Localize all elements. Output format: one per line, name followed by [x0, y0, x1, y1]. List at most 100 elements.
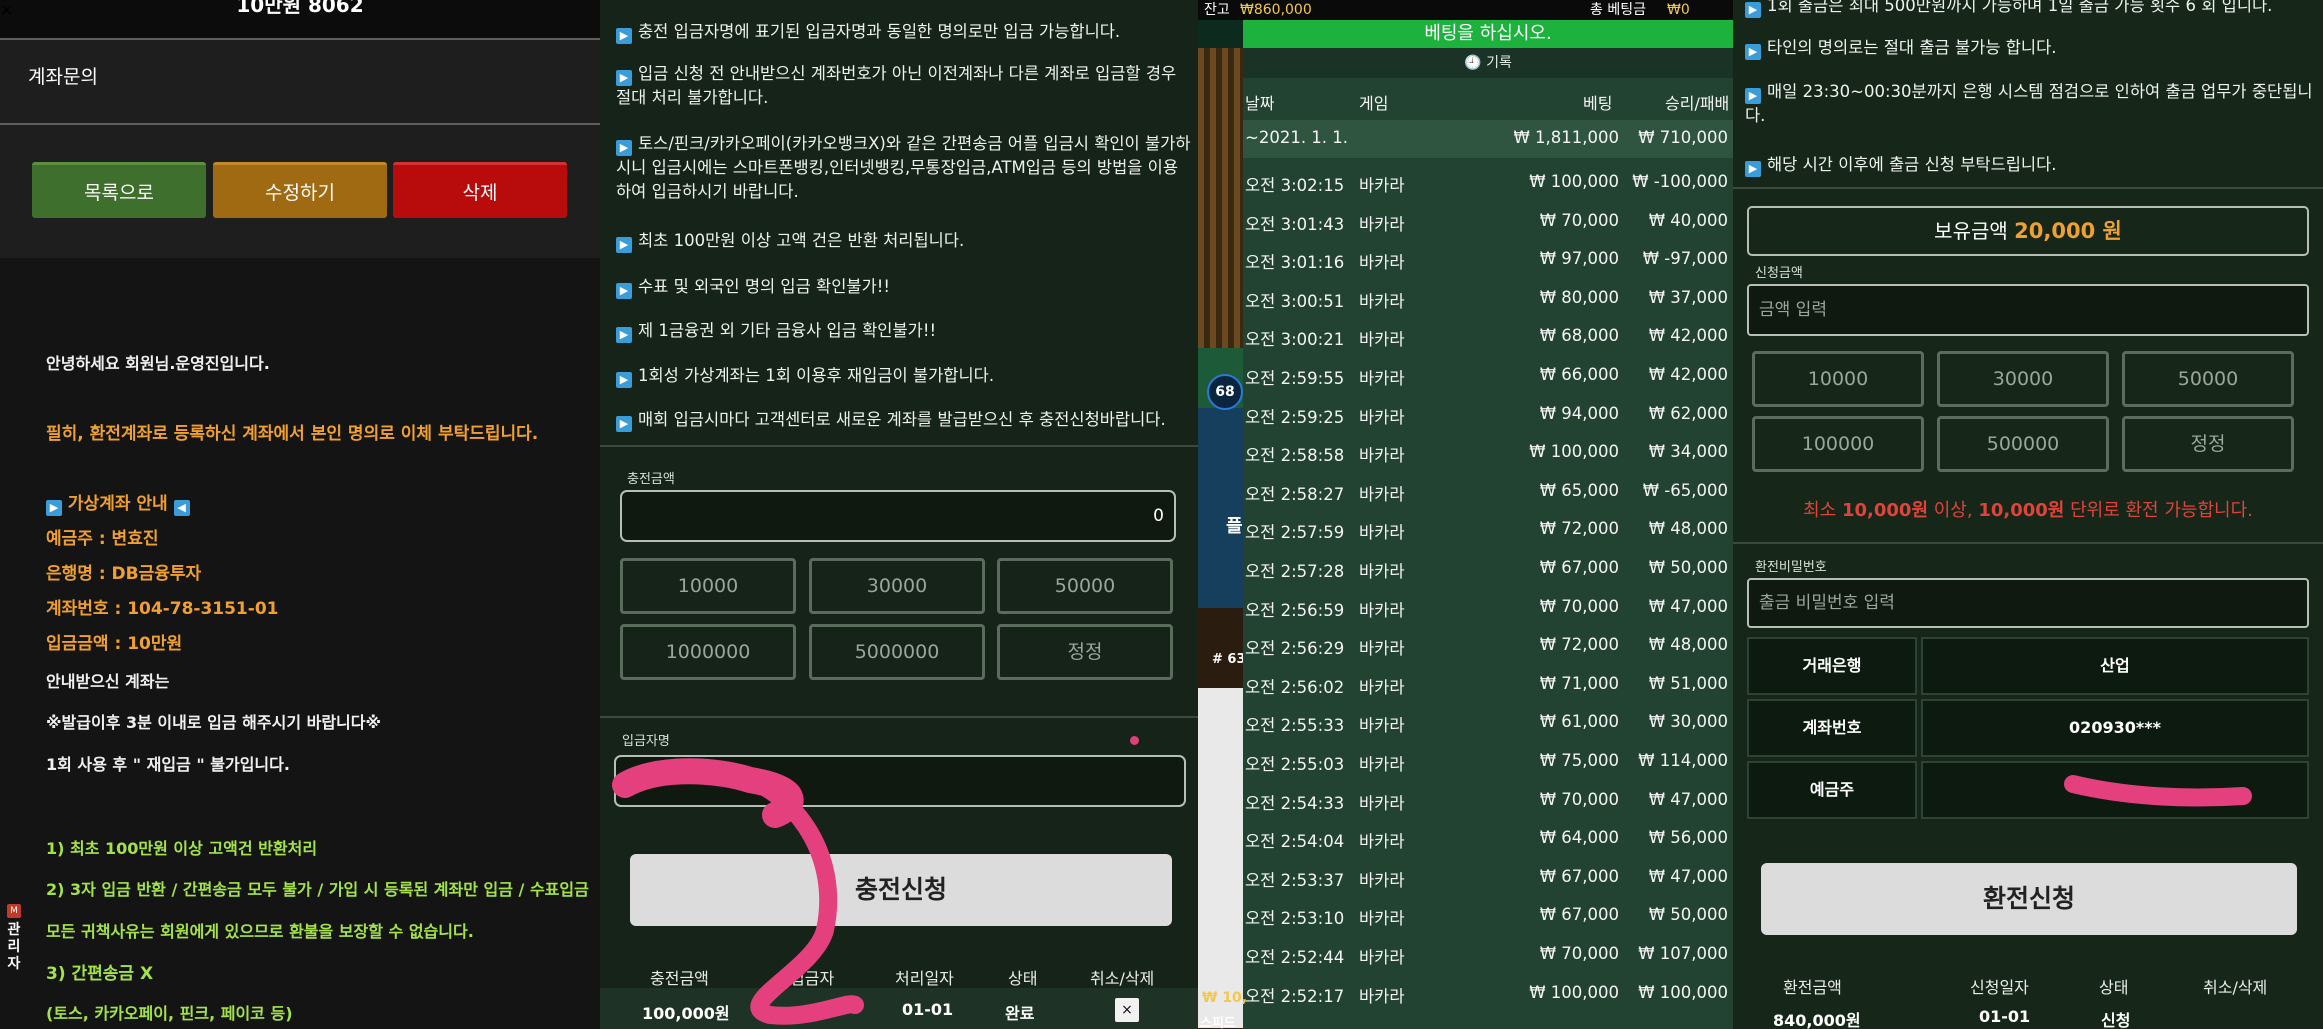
amount-button-10000[interactable]: 10000: [620, 558, 796, 614]
deposit-panel: ▶ 충전 입금자명에 표기된 입금자명과 동일한 명의로만 입금 가능합니다. ▶…: [600, 0, 1198, 1029]
decoration: [1198, 48, 1243, 348]
notice-text: 1회 출금은 최대 500만원까지 가능하며 1일 출금 가능 횟수 6 회 입…: [1767, 0, 2273, 15]
deadline-note: ※발급이후 3분 이내로 입금 해주시기 바랍니다※: [46, 713, 382, 732]
amount-button-30000[interactable]: 30000: [809, 558, 985, 614]
row-bet: ₩ 64,000: [1539, 828, 1619, 848]
header-date: 날짜: [1245, 94, 1275, 113]
guided-account-text: 안내받으신 계좌는: [46, 672, 170, 691]
play-icon: ▶: [1745, 2, 1761, 18]
record-tab[interactable]: 🕘 기록: [1243, 48, 1733, 78]
table-header: 환전금액: [1783, 978, 1842, 997]
betting-history-panel: 잔고 ₩860,000 총 베팅금 ₩0 베팅을 하십시오. 68 플 # 63…: [1198, 0, 1733, 1029]
divider: [600, 716, 1198, 718]
admin-tab-label: 관리자: [7, 922, 21, 972]
row-result: ₩ -65,000: [1642, 480, 1728, 500]
amount-button-1000000[interactable]: 1000000: [620, 624, 796, 680]
close-icon[interactable]: ×: [0, 0, 13, 19]
history-list: 🕘 기록 날짜 게임 베팅 승리/패배 ~2021. 1. 1. ₩ 1,811…: [1243, 48, 1733, 1029]
row-game: 바카라: [1359, 639, 1405, 659]
table-row: 오전 2:56:59 바카라 ₩ 70,000 ₩ 47,000: [1243, 587, 1733, 625]
row-bet: ₩ 70,000: [1539, 596, 1619, 616]
note-text: 최소: [1803, 500, 1837, 521]
row-bet: ₩ 67,000: [1539, 866, 1619, 886]
table-row: 오전 2:59:25 바카라 ₩ 94,000 ₩ 62,000: [1243, 394, 1733, 432]
amount-input[interactable]: 금액 입력: [1747, 284, 2309, 336]
depositor-name-input[interactable]: [614, 755, 1186, 807]
row-time: 오전 2:56:02: [1245, 677, 1345, 697]
depositor-text: 예금주 : 변효진: [46, 529, 159, 549]
password-input[interactable]: 출금 비밀번호 입력: [1747, 578, 2309, 628]
admin-tab[interactable]: M 관리자: [4, 904, 24, 973]
row-game: 바카라: [1359, 986, 1405, 1006]
row-time: 오전 3:00:51: [1245, 291, 1345, 311]
notice-text: 수표 및 외국인 명의 입금 확인불가!!: [638, 277, 890, 296]
header-bet: 베팅: [1583, 94, 1613, 113]
row-result: ₩ 48,000: [1648, 519, 1728, 539]
edit-button[interactable]: 수정하기: [213, 162, 387, 218]
clock-icon: 🕘: [1464, 55, 1482, 71]
row-time: 오전 2:52:44: [1245, 948, 1345, 967]
summary-bet: ₩ 1,811,000: [1513, 128, 1619, 147]
row-time: 오전 2:55:33: [1245, 716, 1345, 736]
table-cell: 완료: [1005, 1004, 1035, 1023]
row-bet: ₩ 71,000: [1539, 673, 1619, 693]
row-time: 오전 2:54:04: [1245, 832, 1345, 852]
row-time: 오전 3:01:16: [1245, 253, 1345, 273]
amount-button-50000[interactable]: 50000: [997, 558, 1173, 614]
row-bet: ₩ 70,000: [1539, 789, 1619, 809]
row-result: ₩ 114,000: [1638, 751, 1728, 770]
account-value: 020930***: [1921, 699, 2309, 757]
play-icon: ▶: [1745, 88, 1761, 104]
row-game: 바카라: [1359, 793, 1405, 813]
table-row: 오전 3:01:16 바카라 ₩ 97,000 ₩ -97,000: [1243, 239, 1733, 277]
amount-button-10000[interactable]: 10000: [1752, 351, 1924, 407]
delete-button[interactable]: 삭제: [393, 162, 567, 218]
table-row: 오전 2:52:44 바카라 ₩ 70,000 ₩ 107,000: [1243, 934, 1733, 972]
play-icon: ▶: [616, 237, 632, 253]
table-row: 오전 2:58:27 바카라 ₩ 65,000 ₩ -65,000: [1243, 471, 1733, 509]
row-game: 바카라: [1359, 755, 1405, 774]
row-time: 오전 3:00:21: [1245, 330, 1345, 350]
table-header: 취소/삭제: [2203, 978, 2268, 997]
amount-button-5000000[interactable]: 5000000: [809, 624, 985, 680]
table-header: 입금자: [790, 969, 835, 988]
amount-button-100000[interactable]: 100000: [1752, 416, 1924, 472]
play-icon: ▶: [1745, 44, 1761, 60]
one-use-note: 1회 사용 후 " 재입금 " 불가입니다.: [46, 755, 290, 774]
table-row: 오전 2:58:58 바카라 ₩ 100,000 ₩ 34,000: [1243, 432, 1733, 470]
amount-reset-button[interactable]: 정정: [2122, 416, 2294, 472]
balance-value: ₩860,000: [1240, 2, 1312, 18]
charge-amount-input[interactable]: 0: [620, 490, 1176, 542]
row-game: 바카라: [1359, 716, 1405, 736]
delete-icon[interactable]: ×: [1115, 998, 1139, 1022]
withdraw-submit-button[interactable]: 환전신청: [1761, 863, 2297, 935]
row-time: 오전 2:56:29: [1245, 639, 1345, 659]
notice-item: ▶ 제 1금융권 외 기타 금융사 입금 확인불가!!: [616, 319, 1191, 343]
list-button[interactable]: 목록으로: [32, 162, 206, 218]
amount-reset-button[interactable]: 정정: [997, 624, 1173, 680]
row-game: 바카라: [1359, 600, 1405, 620]
amount-button-30000[interactable]: 30000: [1937, 351, 2109, 407]
rule-2: 2) 3자 입금 반환 / 간편송금 모두 불가 / 가입 시 등록된 계좌만 …: [46, 880, 589, 899]
table-row: 오전 2:57:59 바카라 ₩ 72,000 ₩ 48,000: [1243, 509, 1733, 547]
row-time: 오전 2:53:10: [1245, 909, 1345, 929]
bottom-text: ₩ 10,: [1202, 990, 1248, 1006]
charge-submit-button[interactable]: 충전신청: [630, 854, 1172, 926]
account-number-text: 계좌번호 : 104-78-3151-01: [46, 599, 279, 619]
note-text: 이상,: [1933, 500, 1973, 521]
table-row: 오전 3:01:43 바카라 ₩ 70,000 ₩ 40,000: [1243, 201, 1733, 239]
row-bet: ₩ 72,000: [1539, 635, 1619, 655]
play-icon: ▶: [616, 70, 632, 86]
password-label: 환전비밀번호: [1755, 560, 1827, 575]
amount-button-50000[interactable]: 50000: [2122, 351, 2294, 407]
summary-result: ₩ 710,000: [1638, 128, 1728, 147]
notice-text: 제 1금융권 외 기타 금융사 입금 확인불가!!: [638, 321, 937, 340]
notice-item: ▶ 충전 입금자명에 표기된 입금자명과 동일한 명의로만 입금 가능합니다.: [616, 20, 1191, 44]
amount-button-500000[interactable]: 500000: [1937, 416, 2109, 472]
row-result: ₩ 34,000: [1648, 442, 1728, 462]
admin-badge-icon: M: [7, 904, 21, 918]
notice-text: 입금 신청 전 안내받으신 계좌번호가 아닌 이전계좌나 다른 계좌로 입금할 …: [616, 64, 1177, 107]
note-text: 10,000원: [1978, 500, 2065, 521]
notice-text: 충전 입금자명에 표기된 입금자명과 동일한 명의로만 입금 가능합니다.: [638, 22, 1121, 41]
greeting-text: 안녕하세요 회원님.운영진입니다.: [46, 354, 270, 373]
